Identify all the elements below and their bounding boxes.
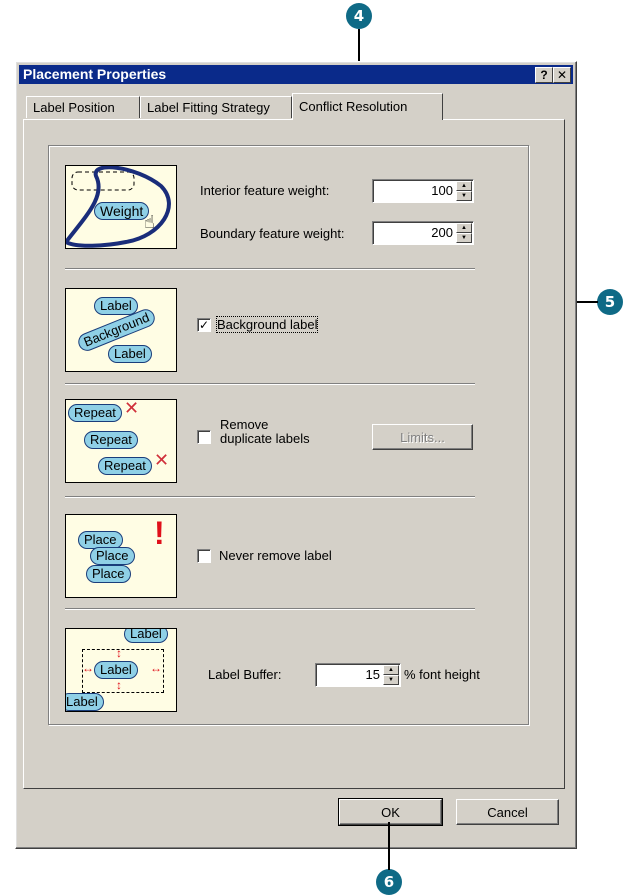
- interior-weight-up-button[interactable]: ▲: [456, 181, 472, 191]
- buffer-bottom-pill: Label: [66, 693, 104, 711]
- tab-conflict-resolution[interactable]: Conflict Resolution: [292, 93, 443, 120]
- title-bar: Placement Properties ? ✕: [19, 65, 573, 84]
- place-pill-2: Place: [90, 547, 135, 565]
- background-label-checkbox[interactable]: ✓: [197, 318, 211, 332]
- label-buffer-label: Label Buffer:: [208, 667, 282, 682]
- background-top-pill: Label: [94, 297, 138, 315]
- callout-4-number: 4: [353, 7, 365, 25]
- interior-weight-label: Interior feature weight:: [200, 183, 330, 198]
- cross-mark-icon: ✕: [124, 399, 140, 418]
- label-buffer-down-button[interactable]: ▼: [383, 675, 399, 685]
- close-button[interactable]: ✕: [553, 67, 571, 83]
- label-buffer-unit: % font height: [404, 667, 480, 682]
- background-bottom-pill: Label: [108, 345, 152, 363]
- callout-4: 4: [346, 3, 372, 29]
- remove-duplicates-label: Remove duplicate labels: [220, 418, 310, 446]
- interior-weight-spinner[interactable]: 100 ▲ ▼: [372, 179, 474, 203]
- arrow-up-icon: ↕: [116, 646, 122, 660]
- callout-6-number: 6: [383, 873, 395, 891]
- never-remove-checkbox[interactable]: [197, 549, 211, 563]
- repeat-pill-1: Repeat: [68, 404, 122, 422]
- cross-mark-icon: ✕: [154, 450, 170, 470]
- never-remove-illustration: Place Place Place !: [65, 514, 177, 598]
- cancel-button[interactable]: Cancel: [456, 799, 559, 825]
- boundary-weight-up-button[interactable]: ▲: [456, 223, 472, 233]
- weight-illustration: Weight ☝: [65, 165, 177, 249]
- remove-duplicates-line2: duplicate labels: [220, 431, 310, 446]
- buffer-center-pill: Label: [94, 661, 138, 679]
- interior-weight-arrows: ▲ ▼: [456, 181, 472, 201]
- hand-cursor-icon: ☝: [144, 212, 155, 232]
- background-illustration: Label Background Label: [65, 288, 177, 372]
- separator-1: [65, 268, 475, 270]
- remove-duplicates-checkbox[interactable]: [197, 430, 211, 444]
- callout-6-leader: [388, 822, 390, 870]
- separator-3: [65, 496, 475, 498]
- label-buffer-spinner[interactable]: 15 ▲ ▼: [315, 663, 401, 687]
- arrow-left-icon: ↔: [82, 661, 94, 675]
- boundary-weight-spinner[interactable]: 200 ▲ ▼: [372, 221, 474, 245]
- separator-2: [65, 383, 475, 385]
- boundary-weight-value: 200: [431, 225, 453, 240]
- duplicates-illustration: Repeat Repeat Repeat ✕ ✕: [65, 399, 177, 483]
- ok-button[interactable]: OK: [338, 798, 443, 826]
- callout-5-number: 5: [604, 293, 616, 311]
- remove-duplicates-line1: Remove: [220, 417, 269, 432]
- interior-weight-down-button[interactable]: ▼: [456, 191, 472, 201]
- arrow-right-icon: ↔: [150, 661, 162, 675]
- label-buffer-value: 15: [365, 667, 380, 682]
- buffer-top-pill: Label: [124, 629, 168, 643]
- place-pill-3: Place: [86, 565, 131, 583]
- repeat-pill-3: Repeat: [98, 457, 152, 475]
- callout-5: 5: [597, 289, 623, 315]
- tab-label-fitting-strategy[interactable]: Label Fitting Strategy: [140, 96, 292, 118]
- repeat-pill-2: Repeat: [84, 431, 138, 449]
- never-remove-label: Never remove label: [219, 548, 332, 563]
- boundary-weight-arrows: ▲ ▼: [456, 223, 472, 243]
- weight-pill: Weight: [94, 202, 150, 220]
- exclamation-icon: !: [154, 515, 165, 551]
- help-button[interactable]: ?: [535, 67, 553, 83]
- callout-6: 6: [376, 869, 402, 895]
- dialog-title: Placement Properties: [23, 66, 167, 82]
- limits-button[interactable]: Limits...: [372, 424, 473, 450]
- separator-4: [65, 608, 475, 610]
- tab-label-position[interactable]: Label Position: [26, 96, 140, 118]
- boundary-weight-label: Boundary feature weight:: [200, 226, 345, 241]
- arrow-down-icon: ↕: [116, 678, 122, 692]
- boundary-weight-down-button[interactable]: ▼: [456, 233, 472, 243]
- buffer-illustration: Label Label Label ↕ ↕ ↔ ↔: [65, 628, 177, 712]
- label-buffer-up-button[interactable]: ▲: [383, 665, 399, 675]
- interior-weight-value: 100: [431, 183, 453, 198]
- label-buffer-arrows: ▲ ▼: [383, 665, 399, 685]
- background-label-text: Background label: [215, 316, 319, 333]
